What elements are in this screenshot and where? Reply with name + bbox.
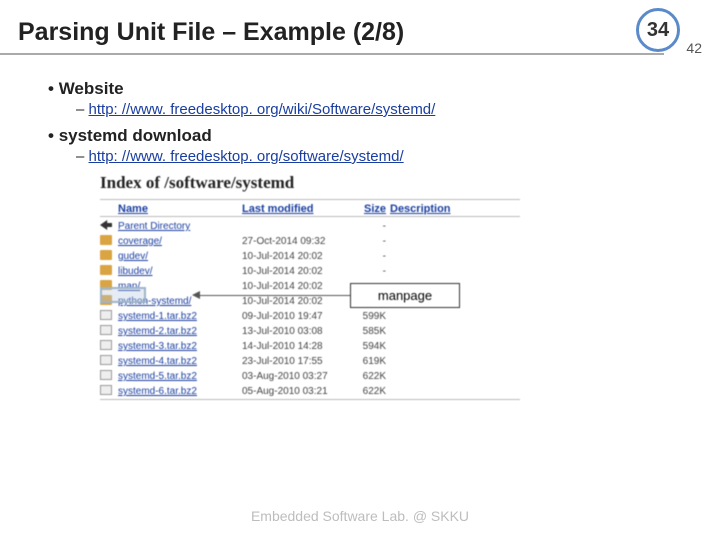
row-modified: 10-Jul-2014 20:02	[242, 251, 352, 262]
callout-arrow-icon	[192, 291, 200, 299]
folder-icon	[100, 250, 112, 260]
file-icon	[100, 340, 112, 350]
file-icon	[100, 310, 112, 320]
bullet-website: Website	[48, 79, 696, 99]
row-modified: 03-Aug-2010 03:27	[242, 371, 352, 382]
sub-download-link: http: //www. freedesktop. org/software/s…	[76, 148, 696, 165]
row-size: 622K	[356, 386, 386, 397]
row-size: 585K	[356, 326, 386, 337]
file-icon	[100, 385, 112, 395]
row-size: 619K	[356, 356, 386, 367]
listing-heading: Index of /software/systemd	[100, 173, 520, 193]
header-desc[interactable]: Description	[390, 203, 520, 215]
header-size[interactable]: Size	[356, 203, 386, 215]
row-size: -	[356, 221, 386, 232]
row-size: -	[356, 266, 386, 277]
listing-row: systemd-1.tar.bz2 09-Jul-2010 19:47 599K	[100, 309, 520, 324]
row-modified: 10-Jul-2014 20:02	[242, 266, 352, 277]
page-badge: 34	[636, 8, 680, 52]
download-link[interactable]: http: //www. freedesktop. org/software/s…	[89, 148, 404, 165]
row-modified: 10-Jul-2014 20:02	[242, 281, 352, 292]
listing-row: systemd-6.tar.bz2 05-Aug-2010 03:21 622K	[100, 384, 520, 399]
back-icon	[100, 220, 112, 230]
footer-text: Embedded Software Lab. @ SKKU	[0, 508, 720, 524]
row-name[interactable]: systemd-2.tar.bz2	[118, 326, 238, 337]
callout-line	[198, 295, 350, 296]
page-badge-sub: 42	[686, 40, 702, 56]
listing-row: Parent Directory -	[100, 219, 520, 234]
row-name[interactable]: coverage/	[118, 236, 238, 247]
slide-title: Parsing Unit File – Example (2/8)	[18, 18, 710, 47]
row-modified: 27-Oct-2014 09:32	[242, 236, 352, 247]
row-name[interactable]: systemd-4.tar.bz2	[118, 356, 238, 367]
row-size: 594K	[356, 341, 386, 352]
listing-header-row: Name Last modified Size Description	[100, 202, 520, 216]
row-modified: 23-Jul-2010 17:55	[242, 356, 352, 367]
highlight-box	[100, 287, 146, 303]
row-modified: 10-Jul-2014 20:02	[242, 296, 352, 307]
listing-divider	[100, 216, 520, 217]
listing-row: systemd-5.tar.bz2 03-Aug-2010 03:27 622K	[100, 369, 520, 384]
row-modified: 09-Jul-2010 19:47	[242, 311, 352, 322]
file-icon	[100, 370, 112, 380]
bullet-download: systemd download	[48, 126, 696, 146]
row-size: -	[356, 236, 386, 247]
listing-divider	[100, 199, 520, 200]
row-modified: 13-Jul-2010 03:08	[242, 326, 352, 337]
website-link[interactable]: http: //www. freedesktop. org/wiki/Softw…	[89, 101, 436, 118]
row-name[interactable]: Parent Directory	[118, 221, 238, 232]
directory-listing: Index of /software/systemd Name Last mod…	[100, 173, 520, 400]
row-size: -	[356, 251, 386, 262]
row-name[interactable]: gudev/	[118, 251, 238, 262]
listing-row: systemd-4.tar.bz2 23-Jul-2010 17:55 619K	[100, 354, 520, 369]
folder-icon	[100, 265, 112, 275]
listing-divider	[100, 399, 520, 400]
header-modified[interactable]: Last modified	[242, 203, 352, 215]
row-name[interactable]: systemd-1.tar.bz2	[118, 311, 238, 322]
row-name[interactable]: systemd-6.tar.bz2	[118, 386, 238, 397]
folder-icon	[100, 235, 112, 245]
row-name[interactable]: systemd-3.tar.bz2	[118, 341, 238, 352]
row-name[interactable]: libudev/	[118, 266, 238, 277]
listing-row: gudev/10-Jul-2014 20:02-	[100, 249, 520, 264]
listing-row: coverage/27-Oct-2014 09:32-	[100, 234, 520, 249]
file-icon	[100, 355, 112, 365]
listing-row: systemd-3.tar.bz2 14-Jul-2010 14:28 594K	[100, 339, 520, 354]
row-modified: 14-Jul-2010 14:28	[242, 341, 352, 352]
sub-website-link: http: //www. freedesktop. org/wiki/Softw…	[76, 101, 696, 118]
row-size: 599K	[356, 311, 386, 322]
file-icon	[100, 325, 112, 335]
header-name[interactable]: Name	[118, 203, 238, 215]
row-size: 622K	[356, 371, 386, 382]
listing-row: systemd-2.tar.bz2 13-Jul-2010 03:08 585K	[100, 324, 520, 339]
row-name[interactable]: systemd-5.tar.bz2	[118, 371, 238, 382]
callout-label: manpage	[350, 283, 460, 308]
row-modified: 05-Aug-2010 03:21	[242, 386, 352, 397]
listing-row: libudev/10-Jul-2014 20:02-	[100, 264, 520, 279]
content-area: Website http: //www. freedesktop. org/wi…	[0, 55, 720, 400]
